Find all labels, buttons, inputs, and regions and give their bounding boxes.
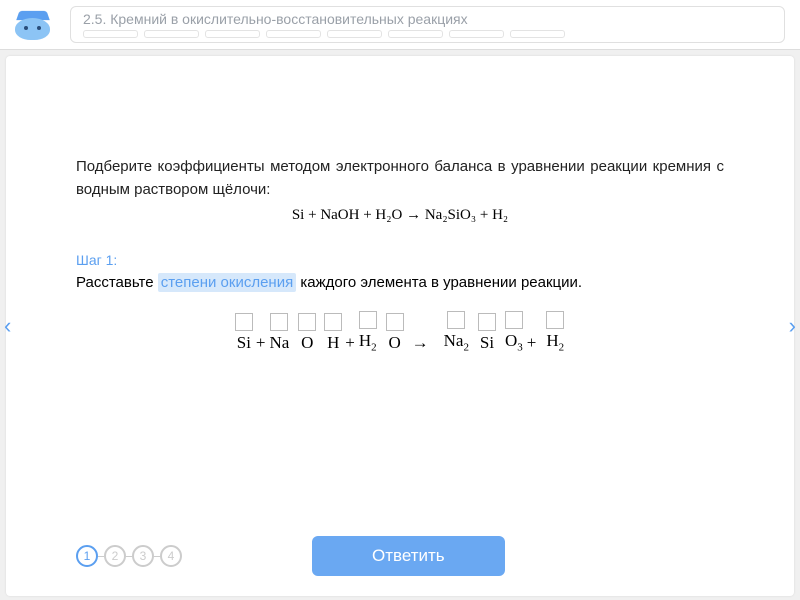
element-symbol: O3 [504,331,524,353]
element-column: O [386,313,404,353]
nav-prev-button[interactable]: ‹ [4,313,11,339]
progress-slot [205,30,260,38]
oxidation-state-input[interactable] [386,313,404,331]
element-column: O3 [504,311,524,353]
oxidation-state-input[interactable] [447,311,465,329]
problem-text: Подберите коэффициенты методом электронн… [76,156,724,201]
nav-next-button[interactable]: › [789,313,796,339]
step-indicator-1[interactable]: 1 [76,545,98,567]
element-symbol: H [326,333,340,353]
oxidation-state-input[interactable] [478,313,496,331]
element-symbol: Si [479,333,495,353]
progress-slot [83,30,138,38]
element-symbol: H2 [545,331,565,353]
problem-equation: Si + NaOH + H₂O → Na₂SiO₃ + H₂ [76,207,724,224]
step-indicator-2[interactable]: 2 [104,545,126,567]
element-symbol: Na [268,333,290,353]
oxidation-state-input[interactable] [505,311,523,329]
app-header: 2.5. Кремний в окислительно-восстановите… [0,0,800,50]
step-label: Шаг 1: [76,252,724,268]
element-symbol: O [300,333,314,353]
oxidation-state-input[interactable] [324,313,342,331]
step-indicator-3[interactable]: 3 [132,545,154,567]
progress-slot [266,30,321,38]
oxidation-state-input[interactable] [235,313,253,331]
element-column: O [298,313,316,353]
oxidation-state-input[interactable] [298,313,316,331]
operator: + [526,333,538,353]
app-logo[interactable] [15,10,50,40]
term-highlight[interactable]: степени окисления [158,273,297,292]
lesson-title: 2.5. Кремний в окислительно-восстановите… [83,11,772,27]
element-column: H [324,313,342,353]
element-column: Na2 [443,311,470,353]
operator: + [255,333,267,353]
step-instruction: Расставьте степени окисления каждого эле… [76,274,724,291]
step-pager: 1234 [76,545,182,567]
oxidation-state-input[interactable] [270,313,288,331]
lesson-title-box: 2.5. Кремний в окислительно-восстановите… [70,6,785,43]
oxidation-work-area: Si+NaOH+H2O→Na2SiO3+H2 [76,311,724,353]
element-column: Si [478,313,496,353]
progress-slot [449,30,504,38]
element-column: Na [268,313,290,353]
progress-slot [388,30,443,38]
operator: + [344,333,356,353]
element-symbol: Si [236,333,252,353]
step-indicator-4[interactable]: 4 [160,545,182,567]
card-footer: 1234 Ответить [76,536,724,576]
progress-slot [327,30,382,38]
element-symbol: H2 [358,331,378,353]
answer-button[interactable]: Ответить [312,536,505,576]
element-column: H2 [545,311,565,353]
element-symbol: Na2 [443,331,470,353]
element-symbol: O [388,333,402,353]
arrow-symbol: → [406,333,435,353]
progress-bar [83,30,772,38]
element-column: H2 [358,311,378,353]
oxidation-state-input[interactable] [546,311,564,329]
element-column: Si [235,313,253,353]
progress-slot [144,30,199,38]
oxidation-state-input[interactable] [359,311,377,329]
content-card: ‹ › Подберите коэффициенты методом элект… [6,56,794,596]
progress-slot [510,30,565,38]
